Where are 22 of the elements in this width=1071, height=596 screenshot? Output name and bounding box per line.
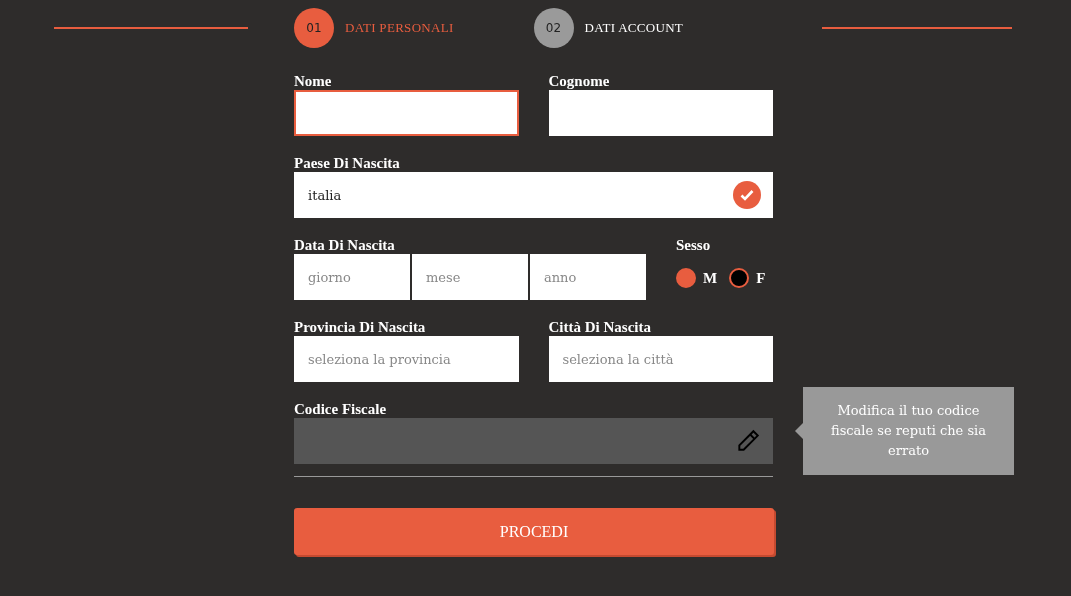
- field-label: Provincia Di Nascita: [294, 318, 427, 336]
- date-field[interactable]: anno: [530, 254, 646, 300]
- select-field[interactable]: seleziona la città: [548, 336, 773, 382]
- text-field[interactable]: [548, 90, 773, 136]
- field-label: Cognome: [548, 72, 611, 90]
- date-field[interactable]: mese: [412, 254, 528, 300]
- step-number[interactable]: 02: [533, 8, 574, 48]
- field-label: Paese Di Nascita: [294, 154, 401, 172]
- date-field[interactable]: giorno: [294, 254, 410, 300]
- step-number[interactable]: 01: [294, 8, 334, 48]
- gender-radio[interactable]: M: [676, 268, 718, 288]
- country-field[interactable]: italia: [294, 172, 773, 218]
- text-field[interactable]: [294, 90, 519, 136]
- select-field[interactable]: seleziona la provincia: [294, 336, 519, 382]
- step-label[interactable]: DATI ACCOUNT: [584, 20, 684, 36]
- field-label: Codice Fiscale: [294, 400, 388, 418]
- step-label[interactable]: DATI PERSONALI: [345, 20, 454, 36]
- field-label: Data Di Nascita: [294, 236, 396, 254]
- field-label: Nome: [294, 72, 333, 90]
- field-label: Città Di Nascita: [548, 318, 652, 336]
- tooltip: Modifica il tuo codice fiscale se reputi che sia errato: [803, 387, 1014, 475]
- field-label: Sesso: [676, 236, 712, 254]
